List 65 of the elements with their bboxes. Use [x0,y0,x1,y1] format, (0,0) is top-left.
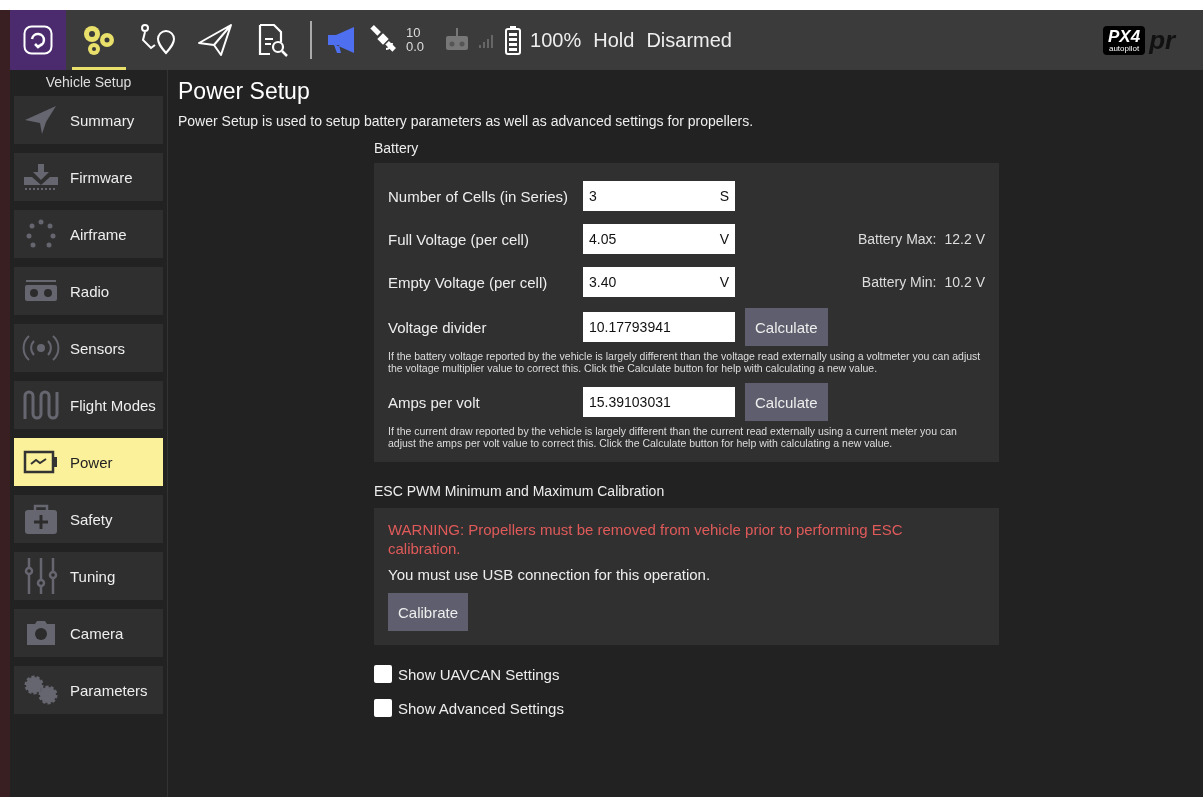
input-field[interactable]: 10.17793941 [583,312,735,342]
route-pin-icon [139,23,175,57]
checkbox-label: Show UAVCAN Settings [398,665,560,683]
calibrate-button[interactable]: Calibrate [388,593,469,631]
section-heading: ESC PWM Minimum and Maximum Calibration [374,483,666,499]
checkbox[interactable] [374,665,392,683]
sliders-icon [24,557,58,595]
field-label: Full Voltage (per cell) [388,230,530,248]
signal-waves-icon [21,333,61,363]
info-value: 10.2 V [944,274,985,290]
download-tray-icon [23,163,59,191]
battery-monitor-icon [23,450,59,474]
help-text: If the current draw reported by the vehicle is largely different than the current read externally using a current meter you can adjust the amps per volt value to correct this. Click the Calculate button for help with calculating a new value. [388,425,958,449]
sidebar-title: Vehicle Setup [44,74,133,92]
app-logo-icon [23,25,53,55]
paper-plane-icon [197,23,233,57]
input-field[interactable]: 15.39103031 [583,387,735,417]
section-heading: Battery [374,140,420,156]
field-label: Number of Cells (in Series) [388,187,570,205]
calculate-button[interactable]: Calculate [745,383,828,421]
camera-icon [25,620,57,646]
sidebar-item[interactable]: Parameters [14,666,163,714]
sidebar-item[interactable]: Tuning [14,552,163,600]
satellite-count: 10 [406,26,422,40]
checkbox-label: Show Advanced Settings [398,699,564,717]
info-value: 12.2 V [944,231,985,247]
warning-text: WARNING: Propellers must be removed from vehicle prior to performing ESC calibration. [388,520,904,558]
sidebar-item[interactable]: Safety [14,495,163,543]
sidebar-item[interactable]: Airframe [14,210,163,258]
sidebar-item[interactable]: Camera [14,609,163,657]
gears-icon [23,675,59,705]
info-label: Battery Min: [861,274,937,290]
battery-icon[interactable] [504,25,523,55]
note-text: You must use USB connection for this operation. [388,566,712,583]
toolbar-button[interactable] [10,10,66,70]
dotted-circle-icon [25,219,57,249]
sidebar-item[interactable]: Radio [14,267,163,315]
flight-mode[interactable]: Hold [593,28,635,52]
page-description: Power Setup is used to setup battery parameters as well as advanced settings for propellers. [178,113,755,129]
page-title: Power Setup [178,78,311,105]
checkbox[interactable] [374,699,392,717]
input-field[interactable]: 4.05 V [583,224,735,254]
hdop-value: 0.0 [406,40,425,54]
sidebar-item[interactable]: Firmware [14,153,163,201]
field-label: Empty Voltage (per cell) [388,273,549,291]
sidebar-item[interactable]: Summary [14,96,163,144]
satellite-icon[interactable] [370,25,398,55]
info-label: Battery Max: [857,231,937,247]
input-field[interactable]: 3 S [583,181,735,211]
field-label: Voltage divider [388,318,488,336]
px4-logo: PX4 autopilot [1103,25,1146,55]
wave-icon [22,390,60,420]
help-text: If the battery voltage reported by the vehicle is largely different than the voltage read externally using a voltmeter you can adjust the voltage multiplier value to correct this. Click the Calculate button for help with calculating a new value. [388,350,982,374]
first-aid-kit-icon [23,503,59,535]
sidebar-item[interactable]: Sensors [14,324,163,372]
field-label: Amps per volt [388,393,481,411]
radio-transmitter-icon [23,279,59,303]
sidebar-item[interactable]: Flight Modes [14,381,163,429]
paper-plane-icon [24,105,58,135]
document-search-icon [256,23,290,57]
sidebar-item[interactable]: Power [14,438,163,486]
calculate-button[interactable]: Calculate [745,308,828,346]
input-field[interactable]: 3.40 V [583,267,735,297]
battery-percent: 100% [530,28,582,52]
arm-status[interactable]: Disarmed [646,28,732,52]
